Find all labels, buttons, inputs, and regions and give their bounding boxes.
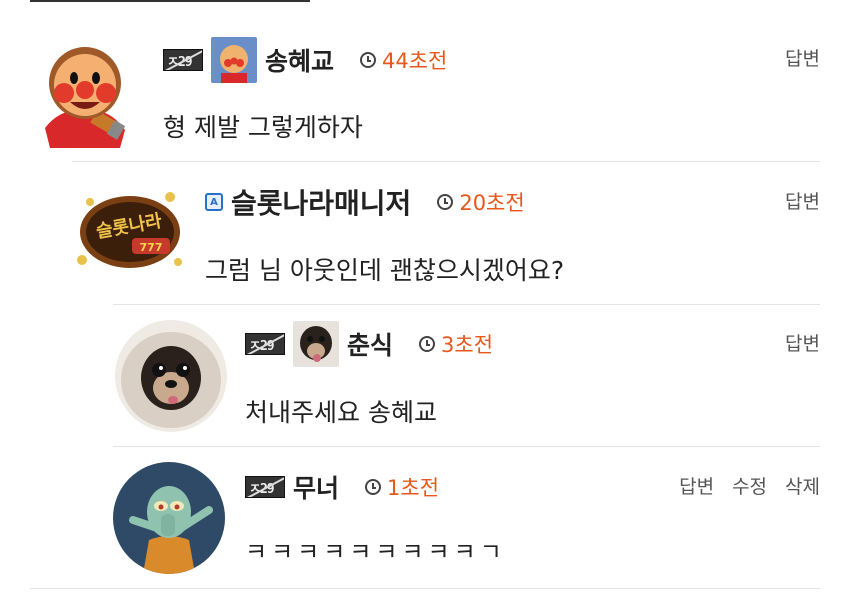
comment-1-header: ㅈ29 송혜교 44초전	[163, 37, 447, 83]
timestamp: 44초전	[360, 45, 447, 75]
avatar-squidward[interactable]	[113, 462, 225, 574]
timestamp: 3초전	[419, 329, 493, 359]
avatar-anpanman[interactable]	[30, 38, 140, 148]
comment-3-header: ㅈ29 춘식 3초전	[245, 321, 493, 367]
comment-1-actions: 답변	[785, 44, 820, 71]
level-badge-icon: ㅈ29	[245, 476, 285, 498]
comment-text: 처내주세요 송혜교	[245, 398, 437, 427]
comment-text: 그럼 님 아웃인데 괜찮으시겠어요?	[205, 256, 565, 285]
svg-text:777: 777	[140, 241, 163, 254]
reply-button[interactable]: 답변	[785, 329, 820, 356]
comment-text: 형 제발 그렇게하자	[163, 113, 363, 142]
comment-2-actions: 답변	[785, 187, 820, 214]
timestamp: 1초전	[365, 472, 439, 502]
clock-icon	[437, 194, 454, 210]
avatar-slotnara[interactable]: 슬롯나라 777	[70, 182, 190, 282]
username[interactable]: 송혜교	[265, 42, 334, 78]
comment-3-actions: 답변	[785, 329, 820, 356]
comment-text: ㅋㅋㅋㅋㅋㅋㅋㅋㅋㄱ	[245, 538, 506, 566]
username[interactable]: 무너	[293, 469, 339, 505]
divider	[113, 304, 820, 305]
divider	[30, 588, 820, 589]
mini-avatar-icon	[293, 321, 339, 367]
top-rule	[30, 0, 310, 2]
reply-button[interactable]: 답변	[785, 44, 820, 71]
username[interactable]: 춘식	[347, 326, 393, 362]
username[interactable]: 슬롯나라매니저	[231, 182, 411, 222]
comment-2-header: A 슬롯나라매니저 20초전	[205, 182, 525, 222]
divider	[72, 161, 820, 162]
comment-4-header: ㅈ29 무너 1초전	[245, 470, 439, 504]
mini-avatar-icon	[211, 37, 257, 83]
level-badge-icon: ㅈ29	[245, 333, 285, 355]
clock-icon	[419, 336, 436, 352]
reply-button[interactable]: 답변	[785, 187, 820, 214]
clock-icon	[365, 479, 382, 495]
delete-button[interactable]: 삭제	[785, 472, 820, 499]
divider	[113, 446, 820, 447]
admin-icon: A	[205, 193, 223, 211]
timestamp: 20초전	[437, 187, 525, 217]
edit-button[interactable]: 수정	[732, 472, 767, 499]
reply-button[interactable]: 답변	[679, 472, 714, 499]
avatar-pug[interactable]	[115, 320, 227, 432]
level-badge-icon: ㅈ29	[163, 49, 203, 71]
comment-4-actions: 답변 수정 삭제	[679, 472, 820, 499]
clock-icon	[360, 52, 377, 68]
